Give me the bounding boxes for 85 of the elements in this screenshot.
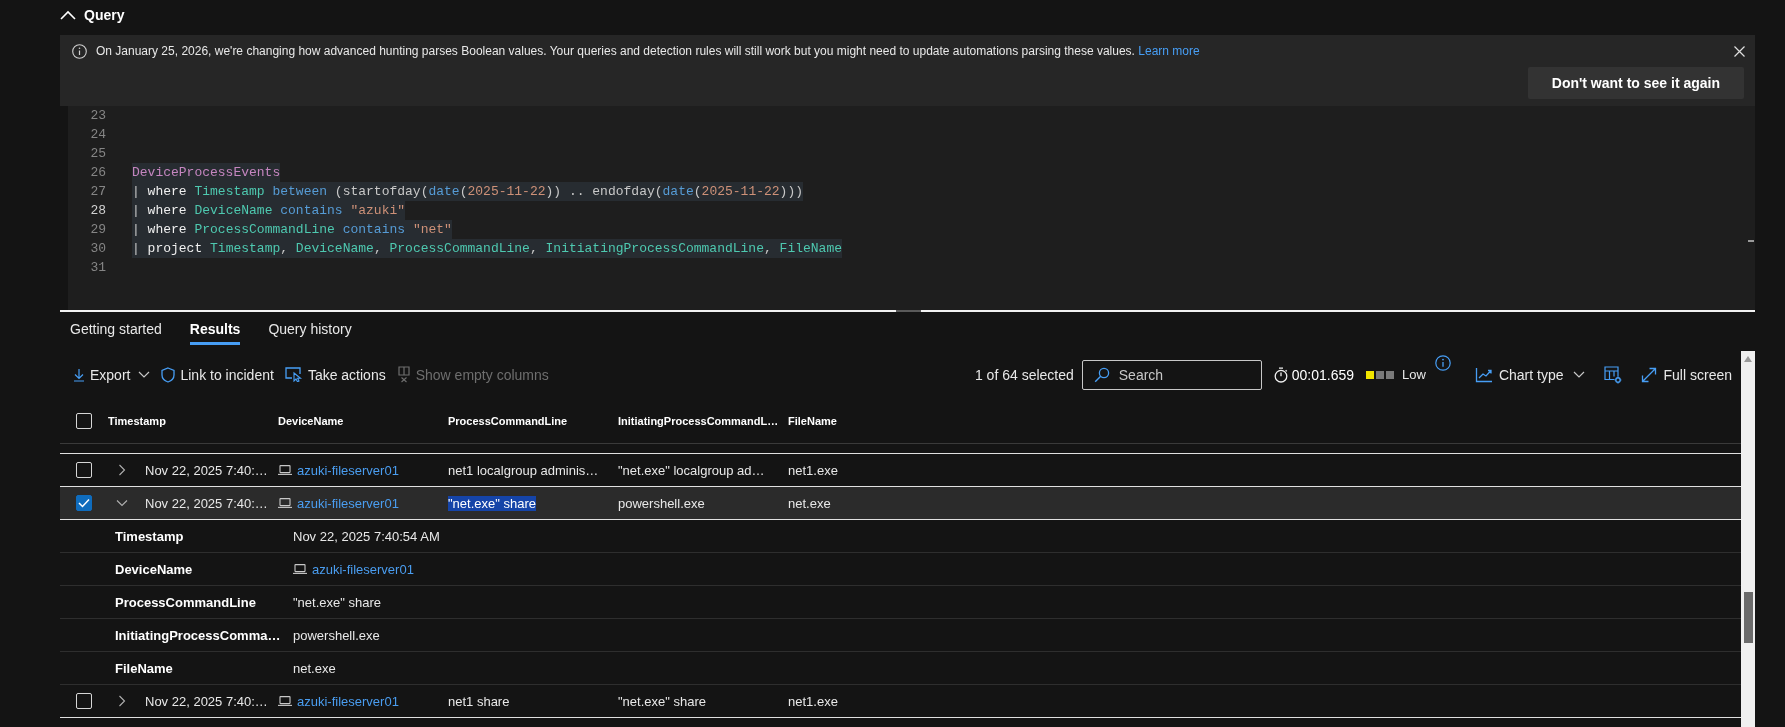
table-row[interactable]: Nov 22, 2025 7:40:… azuki-fileserver01 net1 share "net.exe" share net1.exe — [60, 685, 1741, 718]
overview-ruler-mark — [1748, 240, 1754, 242]
table-cell: net1.exe — [788, 462, 838, 478]
laptop-icon — [278, 465, 292, 475]
search-icon — [1093, 366, 1110, 383]
query-duration: 00:01.659 — [1291, 366, 1355, 383]
detail-label: Timestamp — [115, 528, 184, 544]
detail-value: net.exe — [293, 660, 336, 676]
table-row[interactable]: Nov 22, 2025 7:40:… azuki-fileserver01 "net.exe" share powershell.exe net.exe — [60, 487, 1741, 520]
line-number: 28 — [89, 202, 106, 220]
search-field[interactable]: Search — [1081, 359, 1262, 390]
table-cell: "net.exe" share — [618, 693, 706, 709]
line-number: 31 — [89, 259, 106, 277]
banner-message: On January 25, 2026, we're changing how advanced hunting parses Boolean values. Your queries and detection rules will still work but you might need to update automations parsing these values. Learn more — [96, 44, 1201, 58]
line-number: 29 — [89, 221, 106, 239]
vertical-scrollbar[interactable] — [1741, 351, 1755, 727]
chevron-down-icon[interactable] — [116, 499, 128, 507]
scrollbar-thumb[interactable] — [1743, 592, 1753, 643]
device-link[interactable]: azuki-fileserver01 — [297, 495, 399, 511]
column-hide-icon — [396, 366, 411, 383]
laptop-icon — [278, 696, 292, 706]
shield-icon — [161, 366, 176, 383]
line-number: 25 — [89, 145, 106, 163]
row-checkbox[interactable] — [76, 495, 92, 511]
table-cell: net.exe — [788, 495, 831, 511]
table-settings-icon[interactable] — [1603, 365, 1622, 384]
line-number: 30 — [89, 240, 106, 258]
device-link[interactable]: azuki-fileserver01 — [297, 462, 399, 478]
table-cell: net1 share — [448, 693, 510, 709]
info-icon — [72, 43, 87, 59]
take-actions-button[interactable]: Take actions — [284, 366, 386, 383]
link-to-incident-button[interactable]: Link to incident — [161, 366, 274, 383]
column-header[interactable]: InitiatingProcessCommandL… — [618, 414, 779, 427]
detail-label: InitiatingProcessComma… — [115, 627, 281, 643]
column-header[interactable]: Timestamp — [108, 414, 166, 427]
table-cell: powershell.exe — [618, 495, 705, 511]
export-button[interactable]: Export — [73, 366, 151, 383]
selection-count: 1 of 64 selected — [974, 366, 1074, 383]
table-cell: Nov 22, 2025 7:40:… — [145, 495, 268, 511]
detail-value: "net.exe" share — [293, 594, 381, 610]
column-header[interactable]: FileName — [788, 414, 837, 427]
detail-label: DeviceName — [115, 561, 193, 577]
line-number: 27 — [89, 183, 106, 201]
full-screen-button[interactable]: Full screen — [1640, 366, 1732, 383]
table-cell: "net.exe" share — [448, 495, 536, 511]
caret-icon — [138, 371, 151, 378]
download-icon — [73, 367, 85, 382]
chevron-right-icon[interactable] — [118, 695, 126, 707]
panel-title: Query — [84, 6, 125, 23]
chart-type-button[interactable]: Chart type — [1474, 366, 1585, 383]
chevron-up-icon[interactable] — [60, 9, 76, 20]
dismiss-button[interactable]: Don't want to see it again — [1527, 67, 1744, 99]
detail-value: Nov 22, 2025 7:40:54 AM — [293, 528, 440, 544]
table-cell: net1.exe — [788, 693, 838, 709]
device-link[interactable]: azuki-fileserver01 — [312, 561, 414, 577]
full-screen-icon — [1640, 366, 1657, 383]
detail-value: powershell.exe — [293, 627, 380, 643]
select-all-checkbox[interactable] — [76, 412, 92, 429]
line-number: 24 — [89, 126, 106, 144]
table-cell: Nov 22, 2025 7:40:… — [145, 693, 268, 709]
tab[interactable]: Query history — [268, 312, 352, 345]
screen-pointer-icon — [284, 367, 303, 382]
detail-label: FileName — [115, 660, 173, 676]
usage-label: Low — [1402, 367, 1426, 382]
table-cell: net1 localgroup adminis… — [448, 462, 599, 478]
column-header[interactable]: DeviceName — [278, 414, 344, 427]
line-number: 23 — [89, 107, 106, 125]
learn-more-link[interactable]: Learn more — [1138, 44, 1200, 58]
caret-icon — [1572, 371, 1585, 378]
resize-handle[interactable] — [896, 310, 921, 312]
device-link[interactable]: azuki-fileserver01 — [297, 693, 399, 709]
table-cell: Nov 22, 2025 7:40:… — [145, 462, 268, 478]
table-cell: "net.exe" localgroup ad… — [618, 462, 765, 478]
laptop-icon — [293, 564, 307, 574]
info-icon[interactable] — [1434, 355, 1451, 371]
laptop-icon — [278, 498, 292, 508]
stopwatch-icon — [1273, 366, 1288, 383]
chevron-right-icon[interactable] — [118, 464, 126, 476]
close-icon[interactable] — [1734, 45, 1745, 57]
line-number: 26 — [89, 164, 106, 182]
tab[interactable]: Getting started — [70, 312, 162, 345]
detail-label: ProcessCommandLine — [115, 594, 256, 610]
line-chart-icon — [1474, 366, 1493, 383]
tab[interactable]: Results — [189, 312, 241, 345]
column-header[interactable]: ProcessCommandLine — [448, 414, 568, 427]
